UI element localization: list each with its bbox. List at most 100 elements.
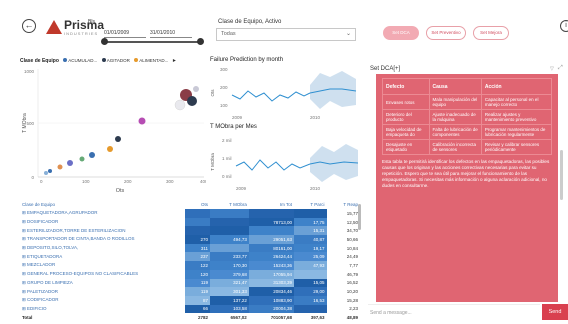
date-slider-start-handle[interactable] bbox=[101, 38, 108, 45]
back-arrow-icon[interactable]: ← bbox=[22, 19, 36, 33]
dca-title: Set DCA[+] bbox=[370, 66, 401, 72]
set-dca-button[interactable]: Set DCA bbox=[383, 26, 419, 40]
legend-dot-icon bbox=[63, 58, 68, 62]
dca-cell: Calibración incorrecta de sensores bbox=[428, 139, 482, 155]
data-point[interactable] bbox=[138, 117, 146, 125]
equipment-class-cell: ⊞ ESTERILIZADOR,TORRE DE ESTERILIZACION bbox=[22, 227, 126, 233]
table-row[interactable]: ⊞ TRANSPORTADOR DE CINTA,BANDA O RODILLO… bbox=[20, 235, 360, 244]
table-row[interactable]: ⊞ MEZCLADOR 122 170,30 15243,36 47,93 7,77 bbox=[20, 261, 360, 270]
dca-scrollbar[interactable] bbox=[560, 150, 563, 200]
date-from-input[interactable]: 01/01/2009 bbox=[104, 29, 146, 38]
value-cell bbox=[210, 243, 249, 253]
legend-item[interactable]: AGITADOR bbox=[107, 58, 130, 63]
dca-row: Envases rotos Mala manipulación del equip… bbox=[382, 94, 553, 110]
value-cell: 47,93 bbox=[294, 261, 327, 270]
value-cell: 80161,00 bbox=[248, 243, 295, 253]
equipment-class-cell: ⊞ MEZCLADOR bbox=[22, 262, 56, 268]
table-scrollbar[interactable] bbox=[358, 204, 361, 230]
value-cell: 19,17 bbox=[294, 243, 327, 253]
data-point[interactable] bbox=[115, 136, 121, 142]
table-row[interactable]: ⊞ CODIFICADOR 87 137,22 10883,90 16,53 15,28 bbox=[20, 295, 360, 305]
set-preventivo-button[interactable]: Set Preventivo bbox=[426, 26, 466, 40]
value-cell bbox=[294, 304, 327, 314]
equipment-class-dropdown[interactable]: Todas ⌄ bbox=[216, 28, 356, 41]
set-mejora-button[interactable]: Set Mejora bbox=[473, 26, 509, 40]
actual-line bbox=[231, 90, 311, 102]
dca-cell: Falta de lubricación de componentes bbox=[428, 124, 482, 140]
value-cell: 270 bbox=[185, 235, 211, 244]
filter-icon[interactable]: ▽ bbox=[550, 66, 554, 72]
table-row[interactable]: ⊞ ETIQUETADORA 237 233,77 26424,44 25,09 24,4… bbox=[20, 252, 360, 262]
legend-item[interactable]: ALIMENTAD... bbox=[139, 58, 168, 63]
failure-prediction-panel: Failure Prediction by month 300 200 100 … bbox=[210, 57, 360, 123]
value-cell: 17,75 bbox=[294, 217, 327, 227]
data-point[interactable] bbox=[174, 99, 186, 111]
table-row[interactable]: ⊞ DOSIFICADOR 78713,00 17,75 12,50 bbox=[20, 217, 360, 227]
equipment-class-cell: ⊞ ETIQUETADORA bbox=[22, 253, 63, 259]
dca-header-row: Defecto Causa Acción bbox=[382, 78, 553, 95]
data-point[interactable] bbox=[187, 96, 197, 106]
header-bar: ← Prisma INDUSTRIES Bls 01/01/2009 31/01… bbox=[0, 0, 568, 54]
value-cell: 17055,94 bbox=[248, 269, 295, 279]
table-total-row: Total 2782 6567,02 701057,68 397,63 48,8… bbox=[20, 313, 360, 322]
dca-cell: Capacitar al personal en el manejo corre… bbox=[480, 94, 553, 110]
value-cell: 29,00 bbox=[294, 287, 327, 296]
dca-row: Deterioro del producto Ajuste inadecuado … bbox=[382, 109, 553, 125]
column-header[interactable]: T Reap bbox=[327, 200, 360, 209]
y-axis-label: Ots bbox=[210, 89, 215, 97]
message-input[interactable]: Send a message... bbox=[368, 304, 540, 320]
value-cell: 31303,39 bbox=[248, 278, 295, 288]
equipment-class-cell: ⊞ EDIFICIO bbox=[22, 305, 47, 311]
chevron-right-icon[interactable]: ▸ bbox=[173, 58, 176, 64]
table-row[interactable]: ⊞ GENERAL PROCESO-EQUIPOS NO CLASIFICABL… bbox=[20, 269, 360, 279]
equipment-table: Clase de Equipo Ots T MObra Im Tot T Par… bbox=[20, 200, 360, 322]
column-header[interactable]: T Parci bbox=[294, 200, 327, 209]
data-point[interactable] bbox=[48, 169, 52, 173]
x-tick: 400 bbox=[200, 179, 206, 184]
x-tick: 2010 bbox=[310, 115, 321, 120]
info-icon[interactable]: i bbox=[560, 20, 568, 32]
table-header-row: Clase de Equipo Ots T MObra Im Tot T Par… bbox=[20, 200, 360, 209]
brand-logo-icon bbox=[46, 20, 62, 34]
value-cell: 379,68 bbox=[210, 269, 249, 279]
dca-row: Baja velocidad de empaqueta do Falta de l… bbox=[382, 124, 553, 140]
column-header[interactable]: Clase de Equipo bbox=[20, 200, 185, 209]
value-cell: 170,30 bbox=[210, 261, 249, 270]
dca-cell: Ajuste inadecuado de la máquina bbox=[428, 109, 482, 125]
value-cell: 119 bbox=[185, 278, 211, 288]
table-row[interactable]: ⊞ ESTERILIZADOR,TORRE DE ESTERILIZACION 1… bbox=[20, 226, 360, 236]
table-row[interactable]: ⊞ DEPOSITO,SILO,TOLVA, 311 80161,00 19,17 10… bbox=[20, 243, 360, 253]
value-cell: 119 bbox=[185, 287, 211, 296]
data-point[interactable] bbox=[79, 156, 85, 162]
data-point[interactable] bbox=[107, 146, 113, 152]
table-row[interactable]: ⊞ EMPAQUETADORA,AGRUPADOR 15,77 bbox=[20, 209, 360, 218]
value-cell bbox=[185, 217, 211, 227]
value-cell: 40,87 bbox=[294, 235, 327, 244]
legend-item[interactable]: ACUMULAD... bbox=[68, 58, 97, 63]
data-point[interactable] bbox=[57, 164, 63, 170]
table-row[interactable]: ⊞ PALETIZADOR 119 301,33 20834,46 29,00 10,20 bbox=[20, 287, 360, 296]
value-cell: 34,70 bbox=[326, 226, 360, 236]
send-button[interactable]: Send bbox=[542, 304, 568, 320]
scatter-plot: 1000 500 0 0 100 200 300 400 Ots T MObra bbox=[22, 69, 206, 194]
dca-cell: Deterioro del producto bbox=[382, 109, 430, 125]
data-point[interactable] bbox=[89, 152, 95, 158]
column-header[interactable]: Im Tot bbox=[249, 200, 294, 209]
dca-cell: Realizar ajustes y mantenimiento prevent… bbox=[480, 109, 553, 125]
value-cell: 66 bbox=[185, 304, 211, 314]
column-header[interactable]: T MObra bbox=[210, 200, 249, 209]
table-row[interactable]: ⊞ EDIFICIO 66 103,58 20004,38 2,23 bbox=[20, 304, 360, 314]
data-point[interactable] bbox=[67, 160, 73, 166]
brand-subtitle: INDUSTRIES bbox=[64, 31, 99, 36]
dca-table: Defecto Causa Acción Envases rotos Mala m… bbox=[382, 78, 553, 155]
expand-icon[interactable]: ⤢ bbox=[558, 65, 563, 72]
data-point[interactable] bbox=[193, 86, 199, 92]
data-point[interactable] bbox=[44, 171, 48, 175]
column-header[interactable]: Ots bbox=[185, 200, 210, 209]
x-tick: 100 bbox=[82, 179, 90, 184]
value-cell: 15,31 bbox=[294, 226, 327, 236]
table-row[interactable]: ⊞ GRUPO DE LIMPIEZA 119 321,47 31303,39 15,0… bbox=[20, 278, 360, 288]
date-to-input[interactable]: 31/01/2010 bbox=[150, 29, 192, 38]
date-slider-end-handle[interactable] bbox=[197, 38, 204, 45]
x-tick: 2010 bbox=[310, 186, 321, 191]
